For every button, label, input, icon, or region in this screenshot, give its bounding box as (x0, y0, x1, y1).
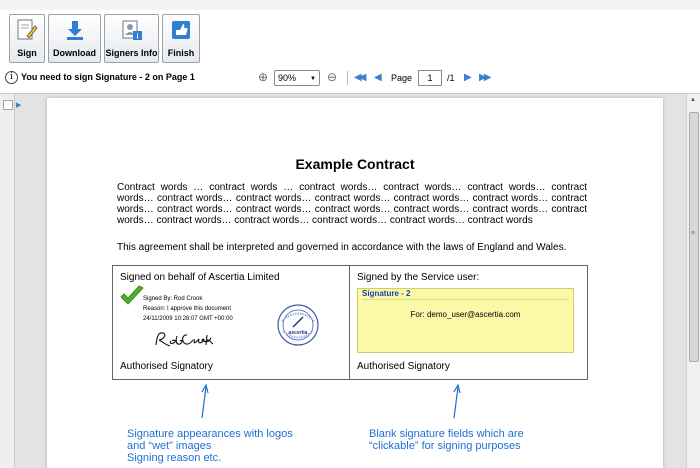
annotation-arrow-left (201, 384, 209, 419)
annotation-left-line: and “wet” images (127, 440, 212, 452)
top-strip (0, 0, 700, 10)
scrollbar-thumb[interactable]: ≡ (689, 112, 699, 362)
zoom-value: 90% (278, 73, 297, 83)
zoom-in-icon[interactable]: ⊕ (258, 70, 268, 84)
annotation-right-line: “clickable” for signing purposes (369, 440, 521, 452)
vertical-scrollbar[interactable]: ▲ ≡ (686, 94, 700, 468)
annotation-left-line: Signing reason etc. (127, 452, 222, 464)
download-button[interactable]: Download (48, 14, 101, 63)
timestamp-text: 24/11/2009 10:26:07 GMT +00:00 (143, 316, 233, 322)
svg-text:i: i (136, 34, 138, 41)
left-cell-footer: Authorised Signatory (120, 361, 213, 372)
finish-button[interactable]: Finish (162, 14, 200, 63)
first-page-icon[interactable]: ◀◀ (354, 72, 367, 83)
document-paragraph: Contract words … contract words … contra… (117, 182, 587, 226)
signature-field-signer: For: demo_user@ascertia.com (410, 310, 521, 319)
finish-button-label: Finish (167, 48, 195, 58)
scroll-up-icon[interactable]: ▲ (690, 97, 696, 103)
document-viewer: ▶ Example Contract Contract words … cont… (0, 93, 700, 468)
annotation-arrow-right (453, 384, 461, 419)
signature-details: Signed By: Rod Crook Reason: I approve t… (143, 294, 233, 324)
sign-button-label: Sign (17, 48, 37, 58)
annotation-right-line: Blank signature fields which are (369, 428, 524, 440)
finish-icon (169, 18, 193, 42)
signers-info-button[interactable]: i Signers Info (104, 14, 159, 63)
checkmark-icon (119, 285, 145, 312)
toolbar: Sign Download i Signers Info Finish (9, 14, 200, 63)
signature-field-divider (362, 299, 569, 300)
navigation-bar: i You need to sign Signature - 2 on Page… (0, 66, 700, 90)
grip-icon: ≡ (691, 230, 696, 237)
blank-signature-cell: Signed by the Service user: Signature - … (350, 266, 587, 379)
annotation-left-line: Signature appearances with logos (127, 428, 293, 440)
chevron-down-icon: ▼ (310, 76, 316, 82)
divider (347, 71, 348, 85)
zoom-out-icon[interactable]: ⊖ (327, 70, 337, 84)
reason-text: Reason: I approve this document (143, 306, 232, 312)
left-cell-heading: Signed on behalf of Ascertia Limited (120, 272, 280, 283)
download-icon (63, 18, 87, 42)
zoom-select[interactable]: 90% ▼ (274, 70, 320, 86)
download-button-label: Download (53, 48, 96, 58)
right-cell-heading: Signed by the Service user: (357, 272, 480, 283)
thumbnails-icon[interactable] (3, 100, 13, 110)
signed-by-text: Signed By: Rod Crook (143, 296, 203, 302)
signers-info-button-label: Signers Info (105, 48, 158, 58)
page-label: Page (391, 73, 413, 83)
sign-button[interactable]: Sign (9, 14, 45, 63)
signature-field-title: Signature - 2 (362, 289, 411, 298)
signature-table: Signed on behalf of Ascertia Limited Sig… (112, 265, 588, 380)
signature-field[interactable]: Signature - 2 For: demo_user@ascertia.co… (357, 288, 574, 353)
handwritten-signature (153, 329, 215, 354)
thumbnail-panel (0, 94, 15, 468)
last-page-icon[interactable]: ▶▶ (479, 72, 492, 83)
sign-icon (15, 18, 39, 42)
status-message: You need to sign Signature - 2 on Page 1 (21, 72, 195, 82)
expand-panel-icon[interactable]: ▶ (16, 101, 21, 109)
document-title: Example Contract (295, 156, 415, 172)
annotation-left: Signature appearances with logos and “we… (127, 428, 293, 464)
next-page-icon[interactable]: ▶ (464, 72, 472, 83)
law-clause: This agreement shall be interpreted and … (117, 242, 567, 253)
annotation-right: Blank signature fields which are “clicka… (369, 428, 524, 452)
signed-signature-cell: Signed on behalf of Ascertia Limited Sig… (113, 266, 350, 379)
info-icon: i (5, 71, 18, 84)
right-cell-footer: Authorised Signatory (357, 361, 450, 372)
page-total: /1 (447, 73, 455, 83)
document-page: Example Contract Contract words … contra… (47, 98, 663, 468)
previous-page-icon[interactable]: ◀ (374, 72, 382, 83)
signers-info-icon: i (120, 18, 144, 42)
company-seal-logo: ascertia (276, 303, 320, 352)
page-number-input[interactable]: 1 (418, 70, 442, 86)
